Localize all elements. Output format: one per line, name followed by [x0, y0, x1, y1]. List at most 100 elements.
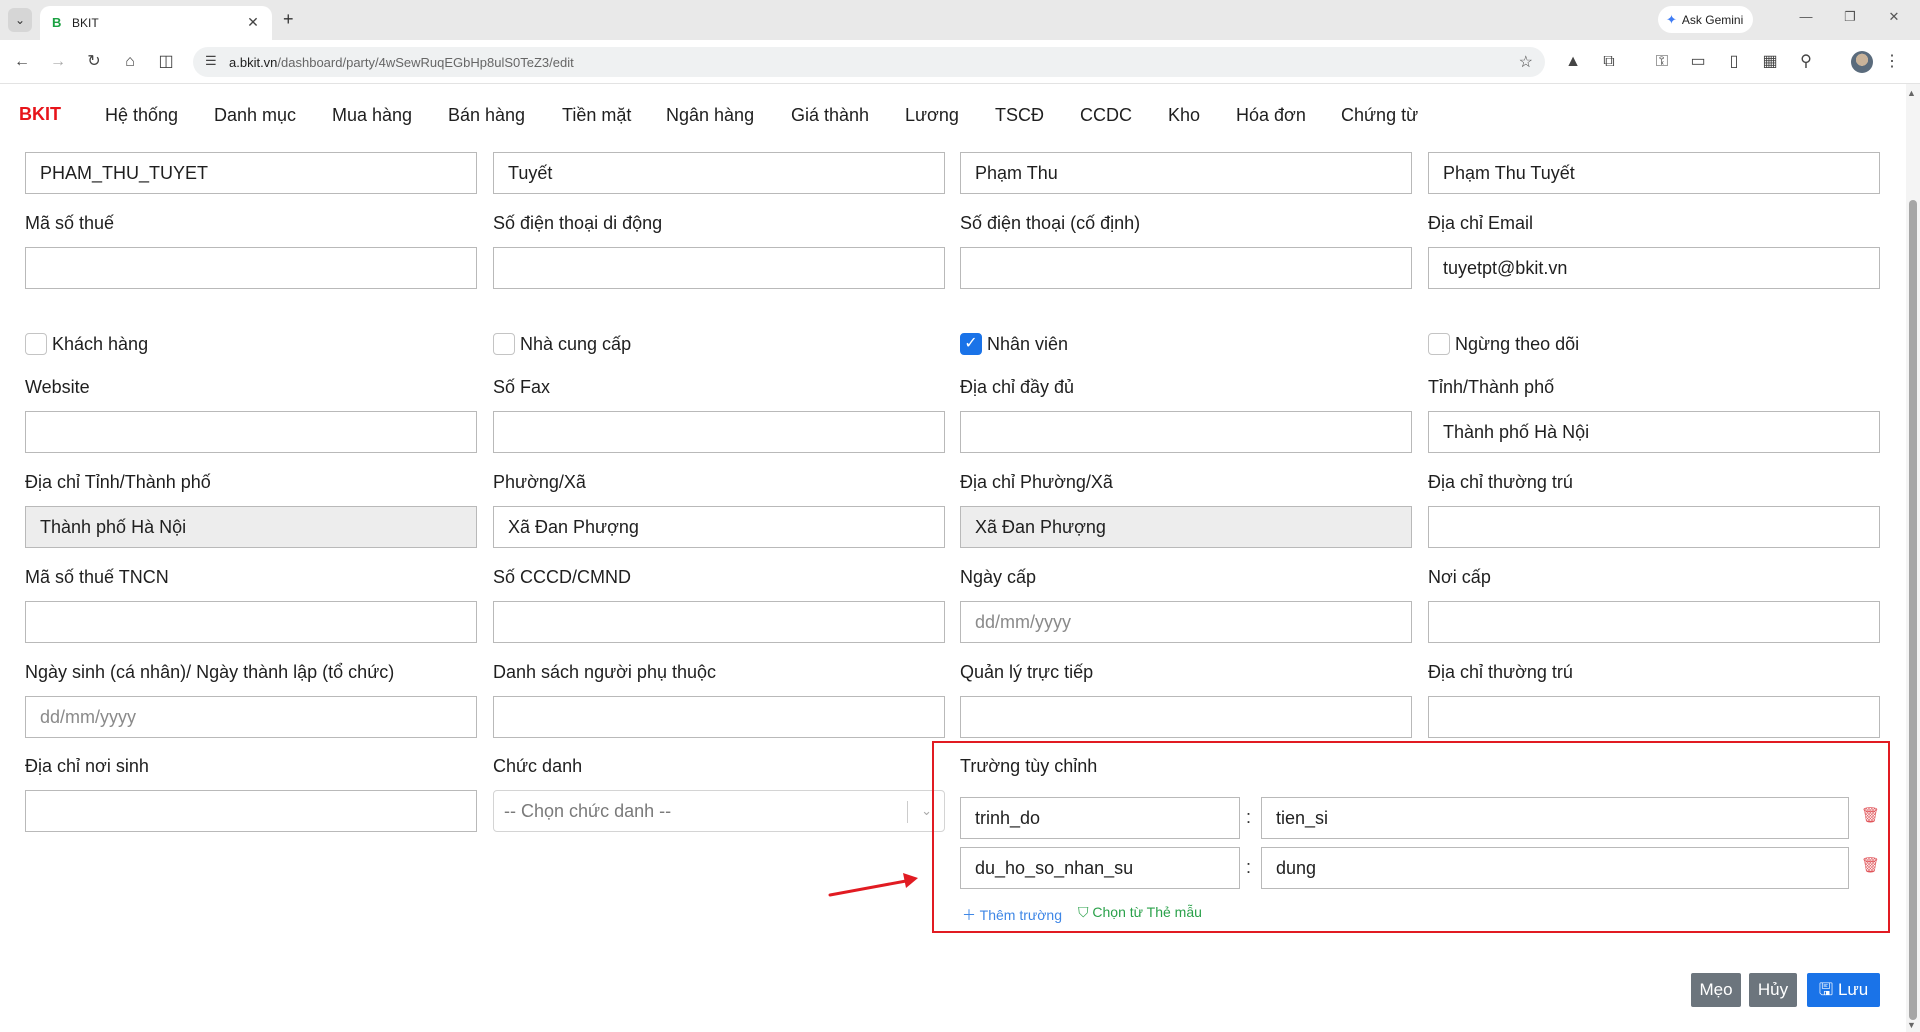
birthplace-input[interactable]: [25, 790, 477, 832]
permanent-address-2-label: Địa chỉ thường trú: [1428, 662, 1573, 682]
personal-tax-code-input[interactable]: [25, 601, 477, 643]
fax-input[interactable]: [493, 411, 945, 453]
add-field-link[interactable]: ＋ Thêm trường: [962, 905, 1062, 925]
choose-template-link[interactable]: ⛉ Chọn từ Thẻ mẫu: [1078, 904, 1202, 921]
custom-field-value-input[interactable]: dung: [1261, 847, 1849, 889]
site-info-icon[interactable]: ☰: [205, 53, 217, 69]
scroll-up-icon[interactable]: ▲: [1907, 88, 1916, 98]
party-code-input[interactable]: PHAM_THU_TUYET: [25, 152, 477, 194]
custom-field-key-input[interactable]: trinh_do: [960, 797, 1240, 839]
trash-icon[interactable]: 🗑: [1861, 856, 1880, 874]
id-number-label: Số CCCD/CMND: [493, 567, 632, 587]
position-select[interactable]: -- Chọn chức danh -- ⌄: [493, 790, 945, 832]
last-name-input[interactable]: Phạm Thu: [960, 152, 1412, 194]
customer-checkbox-label[interactable]: Khách hàng: [52, 334, 148, 355]
side-panel-icon[interactable]: ▦: [1760, 52, 1780, 72]
trash-icon[interactable]: 🗑: [1861, 806, 1880, 824]
province-input[interactable]: Thành phố Hà Nội: [1428, 411, 1880, 453]
forward-icon[interactable]: →: [48, 52, 68, 72]
tax-code-input[interactable]: [25, 247, 477, 289]
tab-search-icon[interactable]: ⌄: [8, 8, 32, 32]
permanent-address-2-input[interactable]: [1428, 696, 1880, 738]
nav-kho[interactable]: Kho: [1168, 105, 1200, 126]
reading-mode-icon[interactable]: ▯: [1724, 52, 1744, 72]
supplier-checkbox[interactable]: [493, 333, 515, 355]
chrome-menu-icon[interactable]: ⋮: [1882, 52, 1902, 72]
full-address-input[interactable]: [960, 411, 1412, 453]
issue-date-label: Ngày cấp: [960, 567, 1037, 587]
id-number-input[interactable]: [493, 601, 945, 643]
nav-tscd[interactable]: TSCĐ: [995, 105, 1044, 126]
permanent-address-input[interactable]: [1428, 506, 1880, 548]
manager-label: Quản lý trực tiếp: [960, 662, 1094, 682]
inactive-checkbox-label[interactable]: Ngừng theo dõi: [1455, 334, 1579, 355]
landline-phone-input[interactable]: [960, 247, 1412, 289]
tab-close-icon[interactable]: ✕: [244, 13, 262, 31]
restore-icon[interactable]: ❐: [1840, 9, 1860, 25]
extensions-puzzle-icon[interactable]: ⧉: [1599, 52, 1619, 72]
nav-ban-hang[interactable]: Bán hàng: [448, 105, 525, 126]
new-tab-icon[interactable]: +: [283, 10, 294, 28]
home-icon[interactable]: ⌂: [120, 52, 140, 72]
inactive-checkbox[interactable]: [1428, 333, 1450, 355]
employee-checkbox-label[interactable]: Nhân viên: [987, 334, 1068, 355]
save-button[interactable]: 🖫 Lưu: [1807, 973, 1880, 1007]
extension-mountain-icon[interactable]: ▲: [1563, 52, 1583, 72]
nav-danh-muc[interactable]: Danh mục: [214, 105, 296, 126]
employee-checkbox[interactable]: ✓: [960, 333, 982, 355]
custom-field-value-input[interactable]: tien_si: [1261, 797, 1849, 839]
browser-tab[interactable]: B BKIT ✕: [40, 6, 272, 40]
tips-button[interactable]: Mẹo: [1691, 973, 1741, 1007]
nav-mua-hang[interactable]: Mua hàng: [332, 105, 412, 126]
tag-icon: ⛉: [1078, 904, 1089, 920]
mobile-phone-input[interactable]: [493, 247, 945, 289]
add-field-label: Thêm trường: [979, 907, 1062, 923]
brand-logo[interactable]: BKIT: [19, 104, 61, 125]
manager-input[interactable]: [960, 696, 1412, 738]
nav-chung-tu[interactable]: Chứng từ: [1341, 105, 1418, 126]
profile-avatar[interactable]: [1851, 51, 1873, 73]
reload-icon[interactable]: ↻: [84, 52, 104, 72]
cancel-button[interactable]: Hủy: [1749, 973, 1797, 1007]
tab-title: BKIT: [72, 16, 99, 30]
payment-card-icon[interactable]: ▭: [1688, 52, 1708, 72]
ask-gemini-label: Ask Gemini: [1681, 12, 1744, 27]
website-input[interactable]: [25, 411, 477, 453]
nav-ngan-hang[interactable]: Ngân hàng: [666, 105, 754, 126]
nav-hoa-don[interactable]: Hóa đơn: [1236, 105, 1306, 126]
bkit-favicon-icon: B: [52, 15, 62, 30]
email-input[interactable]: tuyetpt@bkit.vn: [1428, 247, 1880, 289]
back-icon[interactable]: ←: [12, 52, 32, 72]
dependents-input[interactable]: [493, 696, 945, 738]
nav-ccdc[interactable]: CCDC: [1080, 105, 1132, 126]
birth-date-input[interactable]: dd/mm/yyyy: [25, 696, 477, 738]
minimize-icon[interactable]: —: [1796, 9, 1816, 24]
window-close-icon[interactable]: ✕: [1884, 9, 1904, 25]
customer-checkbox[interactable]: [25, 333, 47, 355]
key-value-separator: :: [1246, 807, 1252, 827]
ward-input[interactable]: Xã Đan Phượng: [493, 506, 945, 548]
gemini-spark-icon: ✦: [1666, 11, 1677, 27]
custom-field-key-input[interactable]: du_ho_so_nhan_su: [960, 847, 1240, 889]
supplier-checkbox-label[interactable]: Nhà cung cấp: [520, 334, 631, 355]
address-bar[interactable]: ☰ a.bkit.vn/dashboard/party/4wSewRuqEGbH…: [193, 47, 1545, 77]
first-name-input[interactable]: Tuyết: [493, 152, 945, 194]
split-view-icon[interactable]: ◫: [156, 52, 176, 72]
nav-tien-mat[interactable]: Tiền mặt: [562, 105, 631, 126]
fax-label: Số Fax: [493, 377, 551, 397]
full-name-input[interactable]: Phạm Thu Tuyết: [1428, 152, 1880, 194]
nav-luong[interactable]: Lương: [905, 105, 959, 126]
scroll-down-icon[interactable]: ▼: [1907, 1020, 1916, 1030]
birthplace-label: Địa chỉ nơi sinh: [25, 756, 149, 776]
issue-place-input[interactable]: [1428, 601, 1880, 643]
nav-he-thong[interactable]: Hệ thống: [105, 105, 178, 126]
nav-gia-thanh[interactable]: Giá thành: [791, 105, 869, 126]
password-key-icon[interactable]: ⚿: [1652, 52, 1672, 72]
translate-icon[interactable]: ⚲: [1796, 52, 1816, 72]
bookmark-star-icon[interactable]: ☆: [1519, 52, 1533, 72]
url-text: a.bkit.vn/dashboard/party/4wSewRuqEGbHp8…: [229, 55, 574, 70]
scrollbar-thumb[interactable]: [1909, 200, 1917, 1020]
issue-date-input[interactable]: dd/mm/yyyy: [960, 601, 1412, 643]
select-separator: [907, 801, 908, 823]
ask-gemini-button[interactable]: ✦ Ask Gemini: [1658, 6, 1754, 33]
